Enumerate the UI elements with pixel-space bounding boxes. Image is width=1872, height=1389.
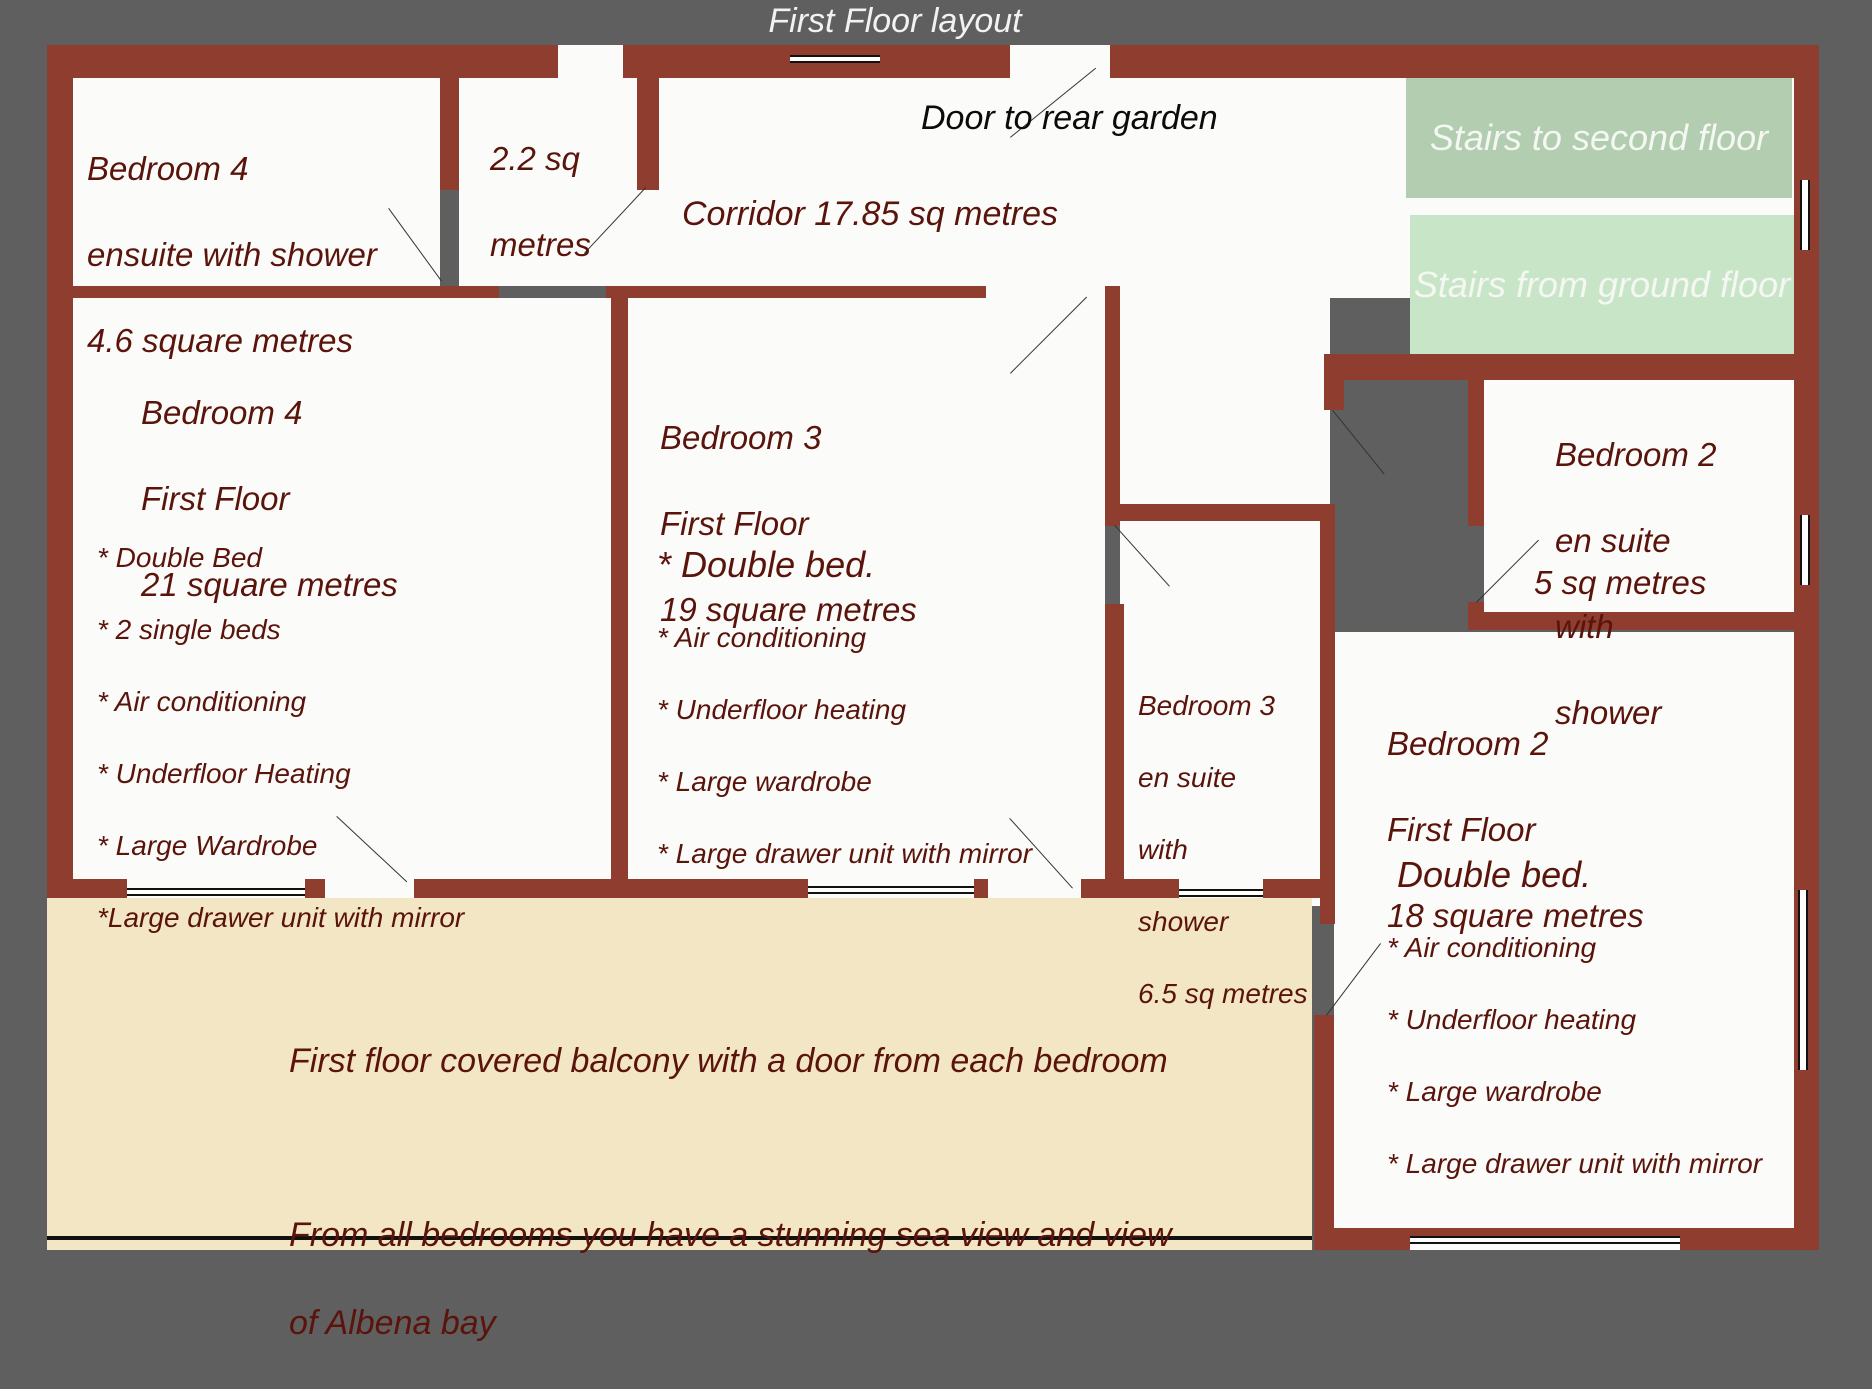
- balcony-line-3: of Albena bay: [289, 1304, 496, 1342]
- room-floor: First Floor: [1387, 811, 1536, 848]
- wall-bedroom3-right-upper: [1105, 286, 1120, 526]
- room-name: Bedroom 3: [660, 419, 822, 456]
- stairs-to-second-floor[interactable]: Stairs to second floor: [1406, 78, 1792, 198]
- room-subtitle: ensuite with shower: [87, 236, 377, 273]
- stairs-down-label: Stairs from ground floor: [1413, 264, 1791, 305]
- feature-item: * Underfloor heating: [1387, 1004, 1637, 1035]
- room-subtitle: en suite: [1138, 762, 1237, 793]
- wall-bedroom3-top: [606, 286, 986, 298]
- feature-item: *Large drawer unit with mirror: [97, 902, 465, 933]
- headline-feature-bedroom3: * Double bed.: [657, 544, 876, 585]
- room-name: Bedroom 4: [87, 150, 249, 187]
- feature-item: * Air conditioning: [97, 686, 307, 717]
- balcony-line-1: First floor covered balcony with a door …: [289, 1042, 1168, 1080]
- wall-bedroom3-ensuite-right: [1320, 504, 1335, 924]
- rear-garden-door-opening[interactable]: [1010, 45, 1110, 78]
- features-bedroom2: * Air conditioning * Underfloor heating …: [1387, 894, 1762, 1218]
- room-subtitle: en suite: [1555, 522, 1671, 559]
- balcony-spacer: [289, 1127, 1172, 1169]
- feature-item: * 2 single beds: [97, 614, 281, 645]
- wall-bedroom4-bedroom3: [611, 286, 628, 898]
- wall-corridor-stub: [1324, 354, 1344, 410]
- wall-bedroom2-ensuite-left: [1468, 380, 1484, 526]
- area-bedroom2-ensuite: 5 sq metres: [1534, 564, 1707, 601]
- label-wc: 2.2 sq metres: [490, 94, 591, 309]
- wall-bedroom3-right-lower: [1105, 604, 1124, 898]
- wall-wc-corridor: [637, 78, 659, 190]
- wall-bedroom2-ensuite-stub: [1468, 602, 1484, 630]
- label-bedroom3-ensuite: Bedroom 3 en suite with shower 6.5 sq me…: [1138, 652, 1308, 1048]
- window-right-stairs: [1800, 180, 1810, 250]
- feature-item: * Large wardrobe: [657, 766, 872, 797]
- feature-item: * Underfloor heating: [657, 694, 907, 725]
- room-area: 2.2 sq: [490, 140, 580, 177]
- feature-item: * Large Wardrobe: [97, 830, 318, 861]
- wall-bedroom3-ensuite-top: [1105, 504, 1335, 521]
- room-area-unit: metres: [490, 226, 591, 263]
- feature-item: * Double Bed: [97, 542, 263, 573]
- features-bedroom4: * Double Bed * 2 single beds * Air condi…: [97, 504, 464, 972]
- window-bedroom2-bottom: [1410, 1236, 1680, 1244]
- door-swing-bedroom2-corridor[interactable]: [1332, 410, 1385, 475]
- feature-item: * Air conditioning: [657, 622, 867, 653]
- outer-wall-top: [47, 45, 1819, 78]
- label-corridor: Corridor 17.85 sq metres: [682, 195, 1059, 233]
- room-floor: First Floor: [660, 505, 809, 542]
- room-name: Bedroom 3: [1138, 690, 1275, 721]
- feature-item: * Large drawer unit with mirror: [1387, 1148, 1763, 1179]
- room-name: Bedroom 2: [1555, 436, 1717, 473]
- wall-bedroom2-left-lower: [1314, 1015, 1334, 1250]
- wall-bedroom2-ensuite-top: [1324, 354, 1794, 380]
- features-bedroom3: * Air conditioning * Underfloor heating …: [657, 584, 1032, 908]
- window-right-bedroom2: [1798, 890, 1808, 1070]
- headline-feature-bedroom2: Double bed.: [1397, 854, 1592, 895]
- top-wall-gap-wc: [558, 45, 623, 78]
- wall-ensuite-wc: [440, 78, 459, 190]
- feature-item: * Air conditioning: [1387, 932, 1597, 963]
- stairs-from-ground-floor[interactable]: Stairs from ground floor: [1410, 215, 1794, 355]
- feature-item: * Large drawer unit with mirror: [657, 838, 1033, 869]
- bedroom2-bottom-gap: [1410, 1244, 1680, 1250]
- window-top-corridor: [790, 55, 880, 63]
- room-subtitle: with: [1555, 608, 1614, 645]
- room-subtitle: with: [1138, 834, 1188, 865]
- stairs-up-label: Stairs to second floor: [1429, 117, 1769, 158]
- feature-item: * Underfloor Heating: [97, 758, 351, 789]
- top-wall-gap-corridor: [790, 45, 880, 55]
- room-subtitle: shower: [1138, 906, 1229, 937]
- feature-item: * Large wardrobe: [1387, 1076, 1602, 1107]
- room-name: Bedroom 2: [1387, 725, 1549, 762]
- balcony-description: First floor covered balcony with a door …: [289, 995, 1172, 1389]
- balcony-line-2: From all bedrooms you have a stunning se…: [289, 1216, 1172, 1254]
- outer-wall-left: [47, 45, 73, 900]
- label-door-rear-garden: Door to rear garden: [921, 99, 1218, 137]
- room-name: Bedroom 4: [141, 394, 303, 431]
- window-right-ensuite2: [1800, 515, 1810, 585]
- floor-plan: Stairs to second floor Stairs from groun…: [0, 0, 1872, 1342]
